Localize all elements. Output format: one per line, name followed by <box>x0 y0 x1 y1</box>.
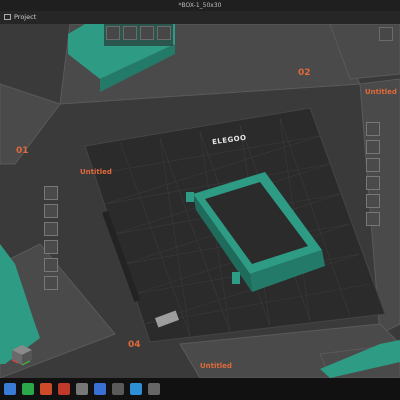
close-icon[interactable] <box>366 122 380 136</box>
window-title: *BOX-1_50x30 <box>178 2 222 9</box>
arrange-icon[interactable] <box>366 194 380 208</box>
left-plate-panel <box>44 186 58 290</box>
rotate-icon[interactable] <box>44 240 58 254</box>
cube-icon[interactable] <box>106 26 120 40</box>
plate-number-02: 02 <box>298 68 311 78</box>
app-icon[interactable] <box>22 383 34 395</box>
project-menu[interactable]: Project <box>14 11 36 24</box>
fill-icon[interactable] <box>44 204 58 218</box>
box-icon[interactable] <box>157 26 171 40</box>
pdf-icon[interactable] <box>58 383 70 395</box>
add-plate-icon[interactable] <box>44 222 58 236</box>
app-icon[interactable] <box>76 383 88 395</box>
app-icon[interactable] <box>112 383 124 395</box>
layers-icon[interactable] <box>123 26 137 40</box>
plate-number-04: 04 <box>128 340 141 350</box>
model-tab <box>186 192 194 202</box>
text-icon[interactable] <box>379 27 393 41</box>
arrange-icon[interactable] <box>44 258 58 272</box>
app-icon[interactable] <box>148 383 160 395</box>
plate-name-untitled[interactable]: Untitled <box>80 168 112 176</box>
app-icon[interactable] <box>130 383 142 395</box>
start-icon[interactable] <box>4 383 16 395</box>
window-titlebar: *BOX-1_50x30 <box>0 0 400 11</box>
orient-icon[interactable] <box>366 212 380 226</box>
add-plate-icon[interactable] <box>366 158 380 172</box>
top-toolbar <box>104 24 173 46</box>
right-plate-panel <box>366 122 380 226</box>
plate-01 <box>0 83 61 165</box>
paint-icon[interactable] <box>140 26 154 40</box>
model-tab <box>232 272 240 284</box>
plate-number-01: 01 <box>16 146 29 156</box>
rotate-icon[interactable] <box>366 176 380 190</box>
close-icon[interactable] <box>44 186 58 200</box>
menu-bar: Project <box>0 11 400 24</box>
app-icon[interactable] <box>40 383 52 395</box>
project-icon[interactable] <box>4 14 11 20</box>
orient-icon[interactable] <box>44 276 58 290</box>
plate-name-untitled[interactable]: Untitled <box>200 362 232 370</box>
viewport-3d[interactable] <box>0 24 400 378</box>
plate-name-untitled[interactable]: Untitled <box>365 88 397 96</box>
fill-icon[interactable] <box>366 140 380 154</box>
os-taskbar <box>0 378 400 400</box>
app-icon[interactable] <box>94 383 106 395</box>
view-cube[interactable] <box>10 343 34 367</box>
